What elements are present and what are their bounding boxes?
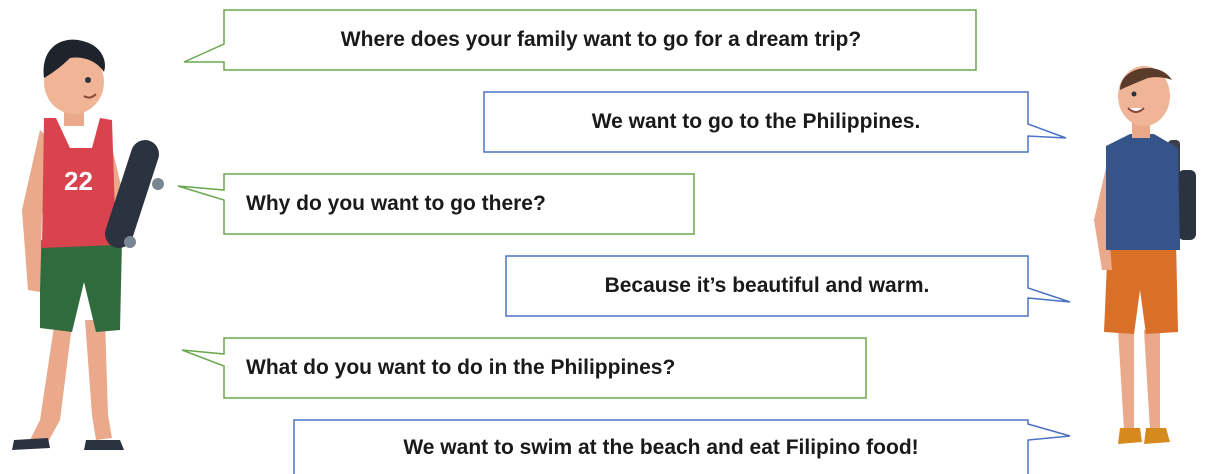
speech-bubbles <box>177 9 1071 474</box>
question-1-text: Where does your family want to go for a … <box>340 28 862 51</box>
answer-3-text: We want to swim at the beach and eat Fil… <box>403 436 919 459</box>
answer-1-text: We want to go to the Philippines. <box>591 110 921 133</box>
answer-2-text: Because it’s beautiful and warm. <box>604 274 930 297</box>
question-3-text: What do you want to do in the Philippine… <box>246 356 676 379</box>
question-2-text: Why do you want to go there? <box>246 192 546 215</box>
